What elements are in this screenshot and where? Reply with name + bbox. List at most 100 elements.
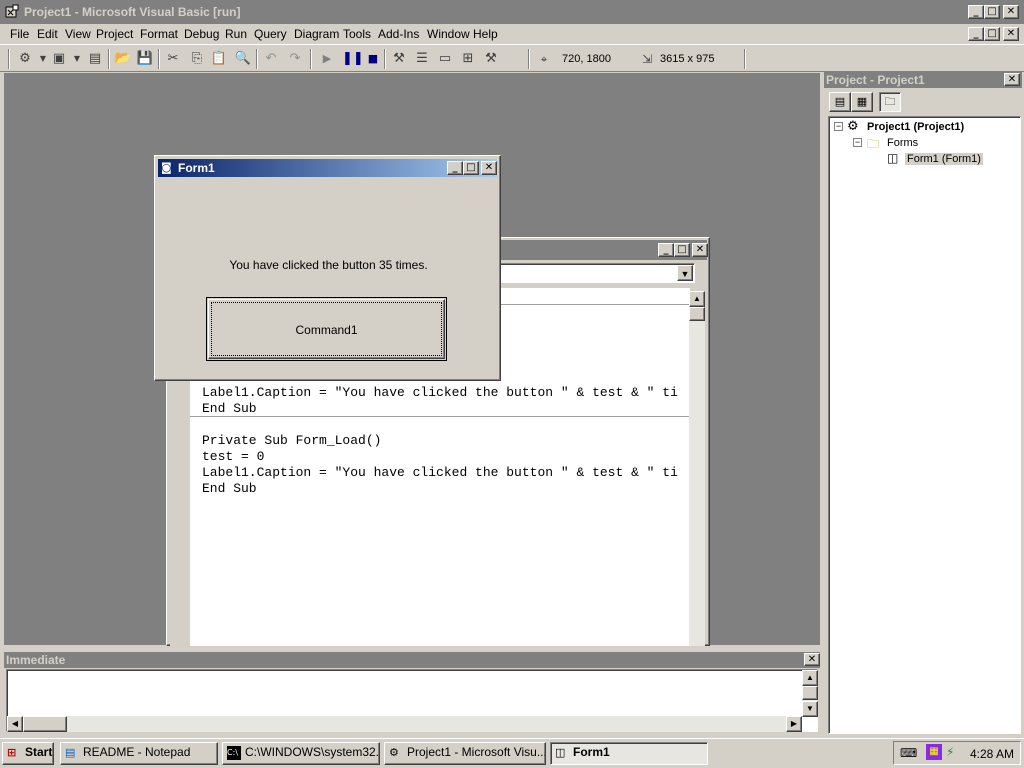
- menu-window[interactable]: Window: [427, 27, 470, 41]
- code-line: End Sub: [202, 401, 257, 416]
- toolbox-icon[interactable]: ⚒: [482, 51, 500, 67]
- window-title: Project1 - Microsoft Visual Basic [run]: [24, 5, 241, 19]
- scroll-thumb[interactable]: [689, 307, 705, 321]
- menu-editor-icon[interactable]: ▤: [86, 51, 104, 67]
- main-title-bar[interactable]: Project1 - Microsoft Visual Basic [run] …: [0, 0, 1024, 24]
- project-explorer-title-bar[interactable]: Project - Project1 ✕: [824, 72, 1022, 88]
- menu-debug[interactable]: Debug: [184, 27, 219, 41]
- vb-app-icon: ⚙: [389, 746, 399, 759]
- position-readout: 720, 1800: [562, 53, 611, 65]
- immediate-vertical-scrollbar[interactable]: ▲ ▼: [802, 670, 818, 717]
- form1-maximize-button[interactable]: □: [463, 161, 479, 175]
- task-notepad[interactable]: ▤ README - Notepad: [60, 742, 218, 765]
- procedure-dropdown[interactable]: ▼: [497, 263, 695, 283]
- immediate-title-bar[interactable]: Immediate ✕: [4, 652, 820, 668]
- menu-help[interactable]: Help: [473, 27, 498, 41]
- collapse-icon[interactable]: −: [853, 138, 862, 147]
- code-line: test = 0: [202, 449, 265, 464]
- scroll-up-icon[interactable]: ▲: [689, 291, 705, 307]
- form1-title-bar[interactable]: ◙ Form1 _ □ ✕: [158, 159, 497, 177]
- chevron-down-icon[interactable]: ▼: [677, 265, 693, 281]
- windows-logo-icon: ⊞: [7, 746, 17, 759]
- antivirus-icon[interactable]: ▦: [926, 744, 942, 760]
- object-browser-icon[interactable]: ⊞: [459, 51, 477, 67]
- clock[interactable]: 4:28 AM: [970, 747, 1014, 761]
- open-project-icon[interactable]: 📂: [114, 51, 132, 67]
- menu-project[interactable]: Project: [96, 27, 133, 41]
- code-minimize-button[interactable]: _: [658, 243, 674, 257]
- start-button[interactable]: ⊞ Start: [2, 742, 54, 765]
- view-object-button[interactable]: ▦: [851, 92, 873, 112]
- form1-minimize-button[interactable]: _: [447, 161, 463, 175]
- project-explorer-icon[interactable]: ⚒: [390, 51, 408, 67]
- copy-icon[interactable]: ⎘: [188, 51, 206, 67]
- scroll-up-icon[interactable]: ▲: [802, 670, 818, 686]
- close-button[interactable]: ✕: [1003, 5, 1019, 19]
- keyboard-icon[interactable]: ⌨: [900, 746, 917, 760]
- menu-diagram[interactable]: Diagram: [294, 27, 339, 41]
- menu-tools[interactable]: Tools: [343, 27, 371, 41]
- toggle-folders-button[interactable]: 🗀: [879, 92, 901, 112]
- undo-icon[interactable]: ↶: [262, 51, 280, 67]
- chevron-down-icon[interactable]: ▼: [68, 51, 86, 67]
- form-layout-icon[interactable]: ▭: [436, 51, 454, 67]
- menu-file[interactable]: File: [10, 27, 29, 41]
- immediate-horizontal-scrollbar[interactable]: ◀ ▶: [7, 716, 802, 732]
- scroll-left-icon[interactable]: ◀: [7, 716, 23, 732]
- add-form-icon[interactable]: ▣: [50, 51, 68, 67]
- task-cmd[interactable]: C:\ C:\WINDOWS\system32...: [222, 742, 380, 765]
- menu-bar: File Edit View Project Format Debug Run …: [0, 24, 1024, 44]
- cut-icon[interactable]: ✂: [164, 51, 182, 67]
- tree-item-form1[interactable]: Form1 (Form1): [905, 153, 983, 165]
- scroll-down-icon[interactable]: ▼: [802, 701, 818, 717]
- task-label: C:\WINDOWS\system32...: [245, 745, 380, 759]
- position-icon: ⌖: [540, 52, 548, 66]
- task-visual-basic[interactable]: ⚙ Project1 - Microsoft Visu...: [384, 742, 546, 765]
- view-code-button[interactable]: ▤: [829, 92, 851, 112]
- mdi-close-button[interactable]: ✕: [1003, 27, 1019, 41]
- code-close-button[interactable]: ✕: [692, 243, 708, 257]
- task-form1[interactable]: ◫ Form1: [550, 742, 708, 765]
- properties-window-icon[interactable]: ☰: [413, 51, 431, 67]
- menu-query[interactable]: Query: [254, 27, 287, 41]
- network-icon[interactable]: ⚡: [946, 745, 954, 759]
- tree-item-forms[interactable]: Forms: [887, 137, 918, 149]
- find-icon[interactable]: 🔍: [234, 51, 252, 67]
- immediate-close-button[interactable]: ✕: [804, 653, 820, 666]
- tree-item-project[interactable]: Project1 (Project1): [867, 121, 964, 133]
- code-line: Label1.Caption = "You have clicked the b…: [202, 385, 678, 400]
- task-label: Project1 - Microsoft Visu...: [407, 745, 546, 759]
- maximize-button[interactable]: □: [984, 5, 1000, 19]
- procedure-separator: [190, 416, 690, 417]
- save-project-icon[interactable]: 💾: [136, 51, 154, 67]
- break-icon[interactable]: ❚❚: [342, 51, 364, 67]
- form-icon[interactable]: ◙: [161, 161, 175, 175]
- redo-icon[interactable]: ↷: [286, 51, 304, 67]
- code-maximize-button[interactable]: □: [674, 243, 690, 257]
- scroll-thumb[interactable]: [23, 716, 67, 732]
- scroll-thumb[interactable]: [802, 686, 818, 700]
- menu-edit[interactable]: Edit: [37, 27, 58, 41]
- end-icon[interactable]: ■: [364, 51, 382, 67]
- mdi-restore-button[interactable]: □: [984, 27, 1000, 41]
- add-project-icon[interactable]: ⚙: [16, 51, 34, 67]
- menu-add-ins[interactable]: Add-Ins: [378, 27, 419, 41]
- toolbar-separator: [256, 49, 258, 69]
- collapse-icon[interactable]: −: [834, 122, 843, 131]
- immediate-input[interactable]: ▲ ▼ ◀ ▶: [6, 669, 818, 732]
- project-explorer-close-button[interactable]: ✕: [1004, 73, 1020, 86]
- scroll-right-icon[interactable]: ▶: [786, 716, 802, 732]
- form1-close-button[interactable]: ✕: [481, 161, 497, 175]
- menu-run[interactable]: Run: [225, 27, 247, 41]
- paste-icon[interactable]: 📋: [210, 51, 228, 67]
- toolbar-separator: [384, 49, 386, 69]
- vb-app-icon[interactable]: [4, 4, 20, 20]
- project-tree[interactable]: − ⚙ Project1 (Project1) − 🗀 Forms ◫ Form…: [828, 116, 1021, 734]
- command1-button[interactable]: Command1: [206, 297, 447, 361]
- menu-format[interactable]: Format: [140, 27, 178, 41]
- code-vertical-scrollbar[interactable]: ▲: [689, 291, 705, 646]
- mdi-minimize-button[interactable]: _: [968, 27, 984, 41]
- start-icon[interactable]: ▶: [318, 51, 336, 67]
- menu-view[interactable]: View: [65, 27, 91, 41]
- minimize-button[interactable]: _: [968, 5, 984, 19]
